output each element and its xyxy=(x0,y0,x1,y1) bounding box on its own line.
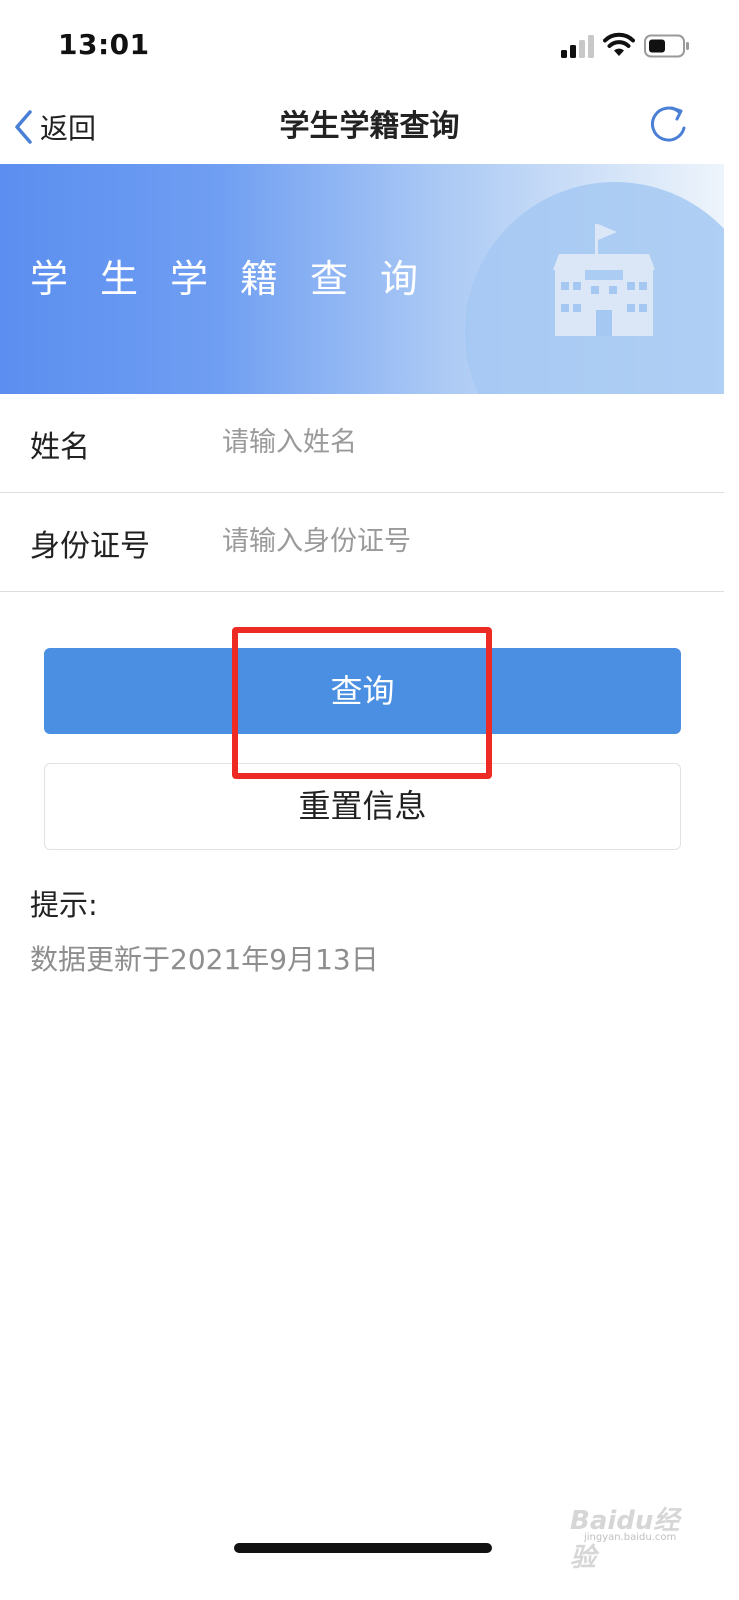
status-bar: 13:01 xyxy=(0,0,739,90)
back-label: 返回 xyxy=(40,112,97,145)
name-input[interactable] xyxy=(222,420,682,464)
query-button[interactable]: 查询 xyxy=(44,648,681,734)
id-number-row: 身份证号 xyxy=(0,493,724,592)
battery-icon xyxy=(644,34,689,58)
name-row: 姓名 xyxy=(0,394,724,493)
reset-button[interactable]: 重置信息 xyxy=(44,763,681,850)
baidu-watermark: Baidu经验 jingyan.baidu.com xyxy=(556,1496,696,1573)
signal-icon xyxy=(561,35,594,58)
status-time: 13:01 xyxy=(58,28,150,61)
id-number-input[interactable] xyxy=(222,519,682,563)
back-button[interactable]: 返回 xyxy=(12,104,96,150)
watermark-url: jingyan.baidu.com xyxy=(584,1532,677,1543)
tip-text: 数据更新于2021年9月13日 xyxy=(30,943,379,976)
refresh-icon[interactable] xyxy=(646,102,692,148)
id-number-label: 身份证号 xyxy=(30,529,150,564)
nav-bar: 返回 学生学籍查询 xyxy=(0,90,739,164)
school-icon xyxy=(553,224,655,336)
name-label: 姓名 xyxy=(30,430,90,465)
tip-title: 提示: xyxy=(30,888,98,922)
chevron-left-icon xyxy=(15,110,32,144)
banner-title: 学生学籍查询 xyxy=(30,257,451,301)
wifi-icon xyxy=(603,32,635,56)
page-title: 学生学籍查询 xyxy=(279,109,460,144)
home-indicator[interactable] xyxy=(234,1543,492,1553)
